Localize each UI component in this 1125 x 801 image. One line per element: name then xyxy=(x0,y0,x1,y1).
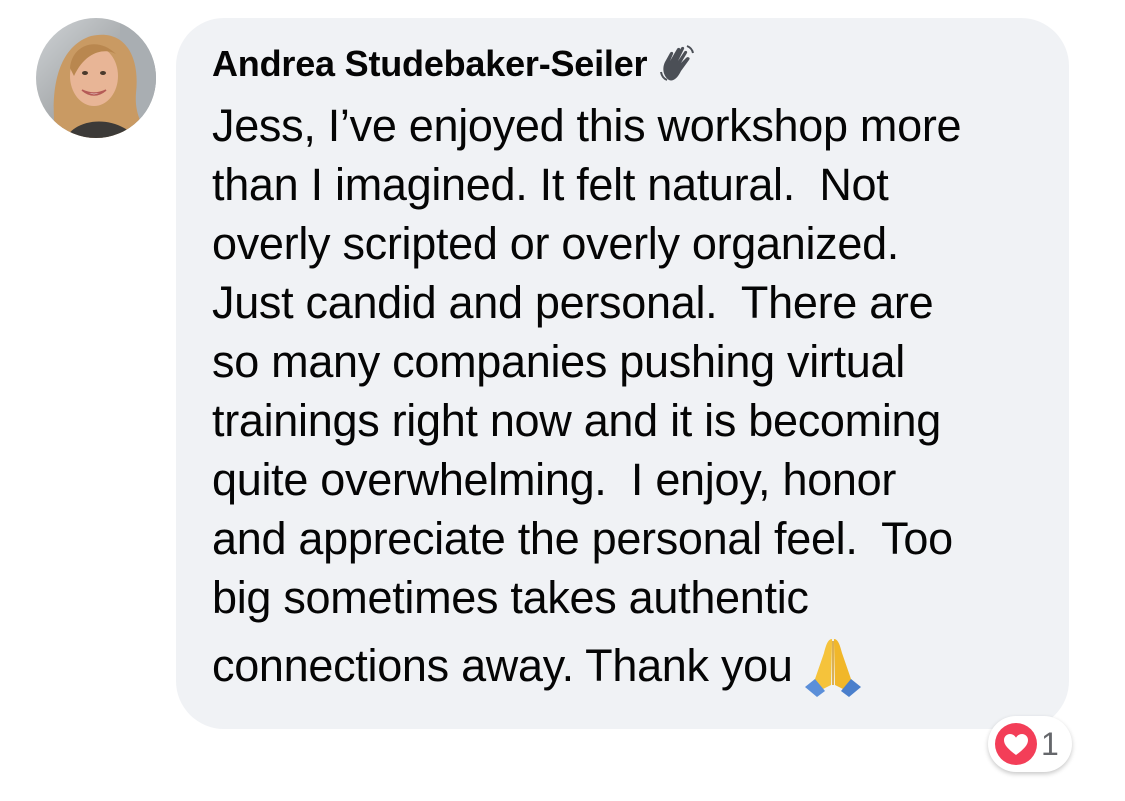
comment-line: than I imagined. It felt natural. Not xyxy=(212,159,889,210)
comment-line: Jess, I’ve enjoyed this workshop more xyxy=(212,100,962,151)
folded-hands-icon xyxy=(804,639,861,697)
author-name[interactable]: Andrea Studebaker-Seiler xyxy=(212,43,648,85)
reaction-count: 1 xyxy=(1041,725,1059,762)
comment-line: Just candid and personal. There are xyxy=(212,277,934,328)
comment-line: trainings right now and it is becoming xyxy=(212,395,941,446)
comment-line: and appreciate the personal feel. Too xyxy=(212,513,953,564)
avatar[interactable] xyxy=(36,18,156,138)
comment-line: big sometimes takes authentic xyxy=(212,572,809,623)
heart-reaction-icon xyxy=(995,723,1037,765)
reaction-summary[interactable]: 1 xyxy=(988,716,1072,772)
comment-line: so many companies pushing virtual xyxy=(212,336,905,387)
comment-line: quite overwhelming. I enjoy, honor xyxy=(212,454,897,505)
comment-text: Jess, I’ve enjoyed this workshop more th… xyxy=(212,96,1052,703)
waving-hand-icon xyxy=(660,45,695,81)
comment-line: overly scripted or overly organized. xyxy=(212,218,900,269)
comment-header: Andrea Studebaker-Seiler xyxy=(212,38,697,90)
comment-line: connections away. Thank you xyxy=(212,640,793,691)
avatar-photo xyxy=(36,18,156,138)
comment-last-line: connections away. Thank you xyxy=(212,628,1052,703)
